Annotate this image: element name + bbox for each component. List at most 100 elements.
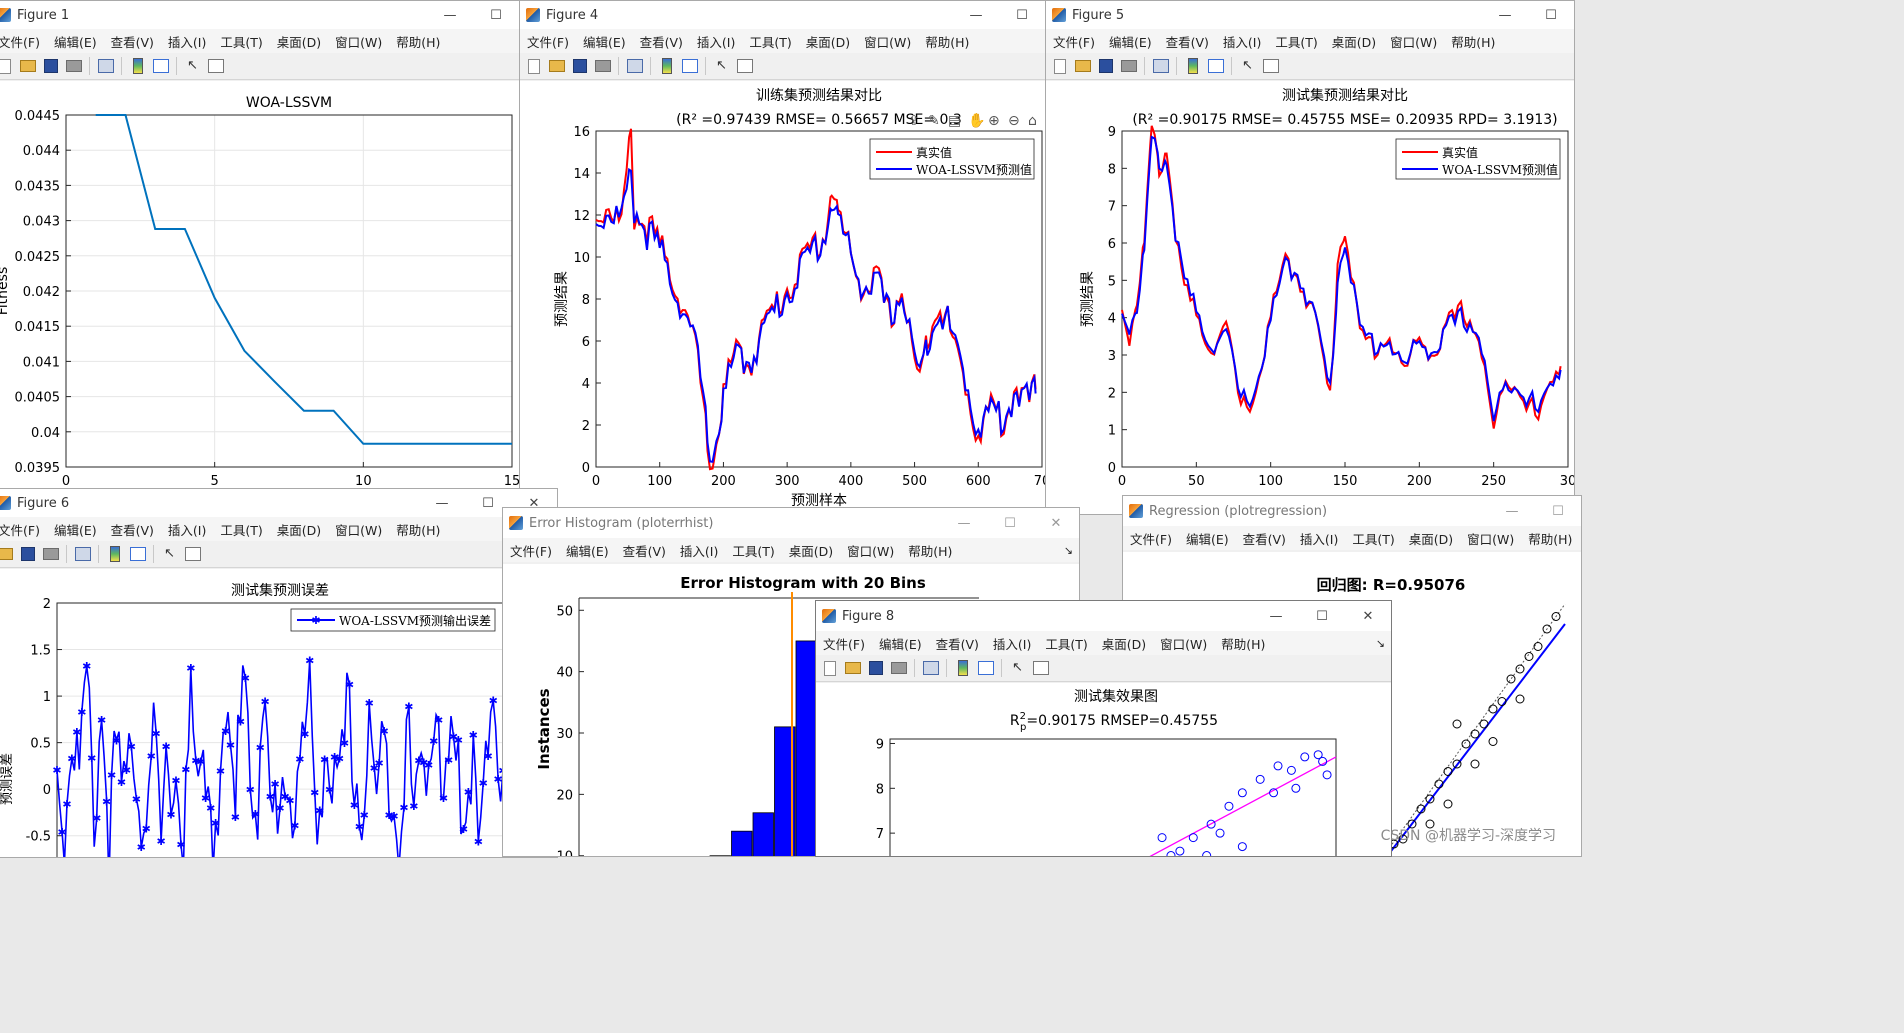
save-icon[interactable] [571,57,589,75]
minimize-button[interactable]: — [953,1,999,29]
print-icon[interactable] [594,57,612,75]
menu-help[interactable]: 帮助(H) [918,32,976,51]
menu-insert[interactable]: 插入(I) [1293,529,1345,548]
pointer-icon[interactable]: ↖ [1239,57,1257,75]
menu-desktop[interactable]: 桌面(D) [799,32,857,51]
property-inspector-icon[interactable] [207,57,225,75]
menu-file[interactable]: 文件(F) [503,541,559,560]
menu-edit[interactable]: 编辑(E) [47,32,104,51]
save-icon[interactable] [867,659,885,677]
menu-edit[interactable]: 编辑(E) [47,520,104,539]
menu-file[interactable]: 文件(F) [1123,529,1179,548]
link-plot-icon[interactable] [626,57,644,75]
figure6-titlebar[interactable]: Figure 6 — ☐ ✕ [0,489,557,517]
menu-insert[interactable]: 插入(I) [673,541,725,560]
menu-desktop[interactable]: 桌面(D) [1325,32,1383,51]
menu-file[interactable]: 文件(F) [0,32,47,51]
menu-edit[interactable]: 编辑(E) [559,541,616,560]
pointer-icon[interactable]: ↖ [161,545,179,563]
menu-desktop[interactable]: 桌面(D) [270,32,328,51]
link-plot-icon[interactable] [922,659,940,677]
menu-tools[interactable]: 工具(T) [725,541,781,560]
figure4-titlebar[interactable]: Figure 4 — ☐ [520,1,1045,29]
pointer-icon[interactable]: ↖ [184,57,202,75]
menu-tools[interactable]: 工具(T) [1038,634,1094,653]
export-icon[interactable]: ⇪ [908,113,920,129]
pointer-icon[interactable]: ↖ [713,57,731,75]
legend-icon[interactable] [152,57,170,75]
menu-tools[interactable]: 工具(T) [213,520,269,539]
menu-view[interactable]: 查看(V) [929,634,986,653]
menu-file[interactable]: 文件(F) [816,634,872,653]
menu-view[interactable]: 查看(V) [633,32,690,51]
new-figure-icon[interactable] [525,57,543,75]
figure1-titlebar[interactable]: Figure 1 — ☐ [0,1,519,29]
menu-view[interactable]: 查看(V) [104,520,161,539]
minimize-button[interactable]: — [941,509,987,537]
colorbar-icon[interactable] [106,545,124,563]
menu-insert[interactable]: 插入(I) [986,634,1038,653]
menu-tools[interactable]: 工具(T) [1268,32,1324,51]
menu-help[interactable]: 帮助(H) [1521,529,1579,548]
maximize-button[interactable]: ☐ [1299,602,1345,630]
menu-edit[interactable]: 编辑(E) [872,634,929,653]
menu-insert[interactable]: 插入(I) [161,32,213,51]
open-file-icon[interactable] [0,545,14,563]
maximize-button[interactable]: ☐ [473,1,519,29]
menu-desktop[interactable]: 桌面(D) [1095,634,1153,653]
menu-file[interactable]: 文件(F) [520,32,576,51]
menu-edit[interactable]: 编辑(E) [1179,529,1236,548]
minimize-button[interactable]: — [1489,497,1535,525]
open-file-icon[interactable] [19,57,37,75]
link-plot-icon[interactable] [97,57,115,75]
error-histogram-titlebar[interactable]: Error Histogram (ploterrhist) — ☐ ✕ [503,508,1079,538]
print-icon[interactable] [42,545,60,563]
colorbar-icon[interactable] [1184,57,1202,75]
close-button[interactable]: ✕ [1033,509,1079,537]
maximize-button[interactable]: ☐ [1535,497,1581,525]
maximize-button[interactable]: ☐ [987,509,1033,537]
menu-view[interactable]: 查看(V) [1159,32,1216,51]
menu-edit[interactable]: 编辑(E) [1102,32,1159,51]
close-button[interactable]: ✕ [1345,602,1391,630]
menu-help[interactable]: 帮助(H) [1444,32,1502,51]
property-inspector-icon[interactable] [736,57,754,75]
menu-window[interactable]: 窗口(W) [857,32,918,51]
menu-insert[interactable]: 插入(I) [1216,32,1268,51]
regression-titlebar[interactable]: Regression (plotregression) — ☐ [1123,496,1581,526]
maximize-button[interactable]: ☐ [1528,1,1574,29]
menu-help[interactable]: 帮助(H) [901,541,959,560]
maximize-button[interactable]: ☐ [999,1,1045,29]
menu-help[interactable]: 帮助(H) [389,520,447,539]
print-icon[interactable] [1120,57,1138,75]
menu-desktop[interactable]: 桌面(D) [270,520,328,539]
menu-desktop[interactable]: 桌面(D) [782,541,840,560]
minimize-button[interactable]: — [419,489,465,517]
menu-edit[interactable]: 编辑(E) [576,32,633,51]
colorbar-icon[interactable] [658,57,676,75]
legend-icon[interactable] [977,659,995,677]
menu-help[interactable]: 帮助(H) [389,32,447,51]
link-plot-icon[interactable] [1152,57,1170,75]
property-inspector-icon[interactable] [184,545,202,563]
zoom-out-icon[interactable]: ⊖ [1008,113,1020,129]
figure8-titlebar[interactable]: Figure 8 — ☐ ✕ [816,601,1391,631]
print-icon[interactable] [890,659,908,677]
open-file-icon[interactable] [844,659,862,677]
colorbar-icon[interactable] [129,57,147,75]
open-file-icon[interactable] [1074,57,1092,75]
menu-file[interactable]: 文件(F) [0,520,47,539]
minimize-button[interactable]: — [1482,1,1528,29]
property-inspector-icon[interactable] [1262,57,1280,75]
menu-window[interactable]: 窗口(W) [1460,529,1521,548]
open-file-icon[interactable] [548,57,566,75]
menu-window[interactable]: 窗口(W) [1153,634,1214,653]
new-figure-icon[interactable] [0,57,14,75]
datatip-icon[interactable]: ▤ [948,113,961,129]
pointer-icon[interactable]: ↖ [1009,659,1027,677]
print-icon[interactable] [65,57,83,75]
menu-tools[interactable]: 工具(T) [213,32,269,51]
link-plot-icon[interactable] [74,545,92,563]
zoom-in-icon[interactable]: ⊕ [988,113,1000,129]
new-figure-icon[interactable] [821,659,839,677]
